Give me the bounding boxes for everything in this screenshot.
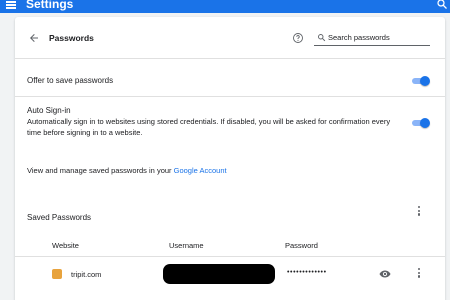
saved-passwords-title: Saved Passwords [27,213,92,222]
website-cell: tripit.com [71,270,102,279]
passwords-card: Passwords Offer to save passwords Auto S… [15,17,445,300]
search-input[interactable] [328,31,428,43]
search-icon[interactable] [436,0,448,10]
page-title: Passwords [49,33,94,43]
site-favicon-icon [52,269,62,279]
column-header-website: Website [52,241,79,250]
column-header-username: Username [169,241,204,250]
column-header-password: Password [285,241,318,250]
offer-to-save-label: Offer to save passwords [27,76,114,85]
search-passwords-field[interactable] [314,30,430,46]
google-account-link[interactable]: Google Account [174,166,227,175]
more-actions-icon[interactable] [416,206,422,218]
arrow-back-icon[interactable] [28,32,40,44]
offer-to-save-toggle[interactable] [412,76,430,86]
manage-text: View and manage saved passwords in your [27,166,174,175]
manage-passwords-text: View and manage saved passwords in your … [27,165,227,176]
auto-sign-in-label: Auto Sign-in [27,106,71,115]
divider [15,58,445,59]
divider [15,96,445,97]
row-more-actions-icon[interactable] [416,268,422,280]
password-cell: ••••••••••••• [287,269,327,276]
auto-sign-in-toggle[interactable] [412,118,430,128]
divider [15,256,445,257]
help-icon[interactable] [292,32,304,44]
auto-sign-in-description: Automatically sign in to websites using … [27,117,391,137]
app-title: Settings [26,0,74,11]
top-app-bar: Settings [0,0,450,13]
menu-icon[interactable] [6,1,16,11]
username-cell-redacted [163,264,275,284]
show-password-icon[interactable] [379,269,391,279]
search-icon [318,34,326,42]
